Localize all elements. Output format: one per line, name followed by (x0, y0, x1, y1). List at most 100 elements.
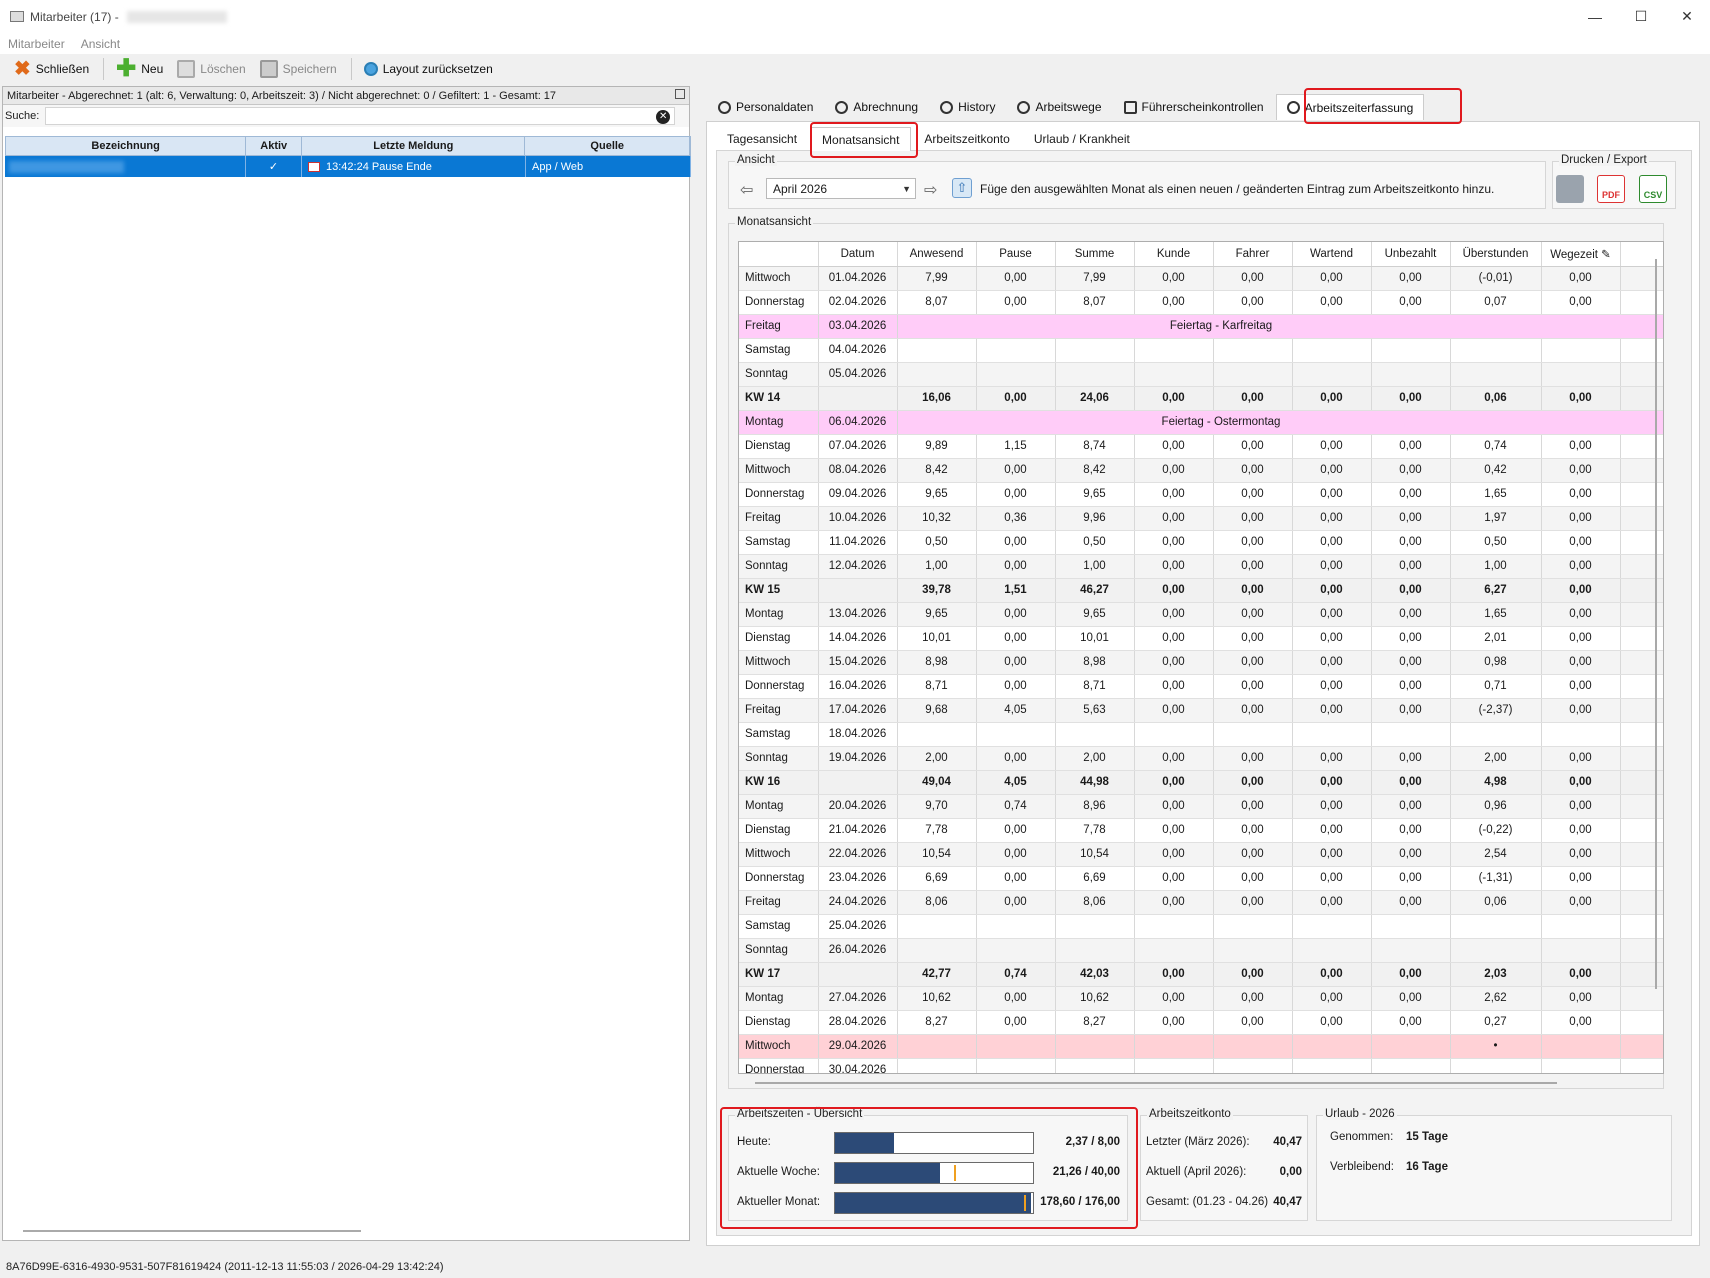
table-row[interactable]: Donnerstag 30.04.2026 (739, 1058, 1663, 1073)
table-cell (1134, 722, 1214, 747)
table-cell (1541, 1034, 1621, 1059)
holiday-row[interactable]: Freitag 03.04.2026 Feiertag - Karfreitag (739, 314, 1663, 339)
table-row[interactable]: Samstag 18.04.2026 (739, 722, 1663, 747)
week-total-row[interactable]: KW 17 42,77 0,74 42,03 0,00 0,00 0,00 0,00 2,03 0… (739, 962, 1663, 987)
table-row[interactable]: Donnerstag 16.04.2026 8,71 0,00 8,71 0,00 0,00… (739, 674, 1663, 699)
redacted-name (9, 160, 124, 173)
table-row[interactable]: Mittwoch 15.04.2026 8,98 0,00 8,98 0,00 0,00 0,… (739, 650, 1663, 675)
table-cell: 8,96 (1055, 794, 1135, 819)
new-button[interactable]: ✚ Neu (116, 57, 163, 81)
col-aktiv[interactable]: Aktiv (246, 137, 303, 155)
month-table-body: Mittwoch 01.04.2026 7,99 0,00 7,99 0,00 0,00 0,… (739, 266, 1663, 1073)
search-input[interactable] (46, 108, 675, 124)
week-total-row[interactable]: KW 16 49,04 4,05 44,98 0,00 0,00 0,00 0,00 4,98 0… (739, 770, 1663, 795)
table-row[interactable]: Donnerstag 02.04.2026 8,07 0,00 8,07 0,00 0,00… (739, 290, 1663, 315)
table-cell: Donnerstag (739, 290, 819, 315)
close-window-button[interactable]: ✕ (1664, 0, 1710, 33)
reset-layout-button[interactable]: Layout zurücksetzen (363, 62, 493, 76)
table-cell: 0,00 (976, 986, 1056, 1011)
column-header[interactable]: Wegezeit ✎ (1541, 242, 1621, 267)
table-row[interactable]: Mittwoch 29.04.2026 • (739, 1034, 1663, 1059)
tab-personaldaten[interactable]: Personaldaten (708, 94, 823, 120)
vertical-scrollbar[interactable] (1655, 259, 1657, 989)
table-cell: 01.04.2026 (818, 266, 898, 291)
table-cell: • (1450, 1034, 1542, 1059)
column-header[interactable]: Pause (976, 242, 1056, 267)
table-row[interactable]: Mittwoch 01.04.2026 7,99 0,00 7,99 0,00 0,00 0,… (739, 266, 1663, 291)
table-cell: 0,00 (976, 266, 1056, 291)
tab-abrechnung[interactable]: Abrechnung (825, 94, 928, 120)
table-cell: (-0,01) (1450, 266, 1542, 291)
table-row[interactable]: Dienstag 07.04.2026 9,89 1,15 8,74 0,00 0,00 0,… (739, 434, 1663, 459)
table-row[interactable]: Dienstag 28.04.2026 8,27 0,00 8,27 0,00 0,00 0,… (739, 1010, 1663, 1035)
horizontal-scrollbar[interactable] (23, 1230, 361, 1232)
subtab-arbeitszeitkonto[interactable]: Arbeitszeitkonto (913, 127, 1020, 151)
table-row[interactable]: Montag 20.04.2026 9,70 0,74 8,96 0,00 0,00 0,00… (739, 794, 1663, 819)
csv-icon[interactable]: CSV (1639, 175, 1667, 203)
table-row[interactable]: Dienstag 14.04.2026 10,01 0,00 10,01 0,00 0,00… (739, 626, 1663, 651)
horizontal-scrollbar[interactable] (755, 1082, 1557, 1084)
table-row[interactable]: Sonntag 05.04.2026 (739, 362, 1663, 387)
table-row[interactable]: Freitag 24.04.2026 8,06 0,00 8,06 0,00 0,00 0,0… (739, 890, 1663, 915)
table-row[interactable]: Montag 13.04.2026 9,65 0,00 9,65 0,00 0,00 0,00… (739, 602, 1663, 627)
menu-mitarbeiter[interactable]: Mitarbeiter (8, 37, 65, 51)
table-row[interactable]: Mittwoch 22.04.2026 10,54 0,00 10,54 0,00 0,00… (739, 842, 1663, 867)
delete-button[interactable]: Löschen (177, 60, 246, 78)
tab-history[interactable]: History (930, 94, 1005, 120)
table-row[interactable]: ✓ 13:42:24 Pause Ende App / Web (5, 156, 691, 177)
title-bar: Mitarbeiter (17) - — ☐ ✕ (0, 0, 1710, 33)
restore-icon[interactable] (675, 89, 685, 99)
minimize-button[interactable]: — (1572, 0, 1618, 33)
subtab-urlaub-krankheit[interactable]: Urlaub / Krankheit (1023, 127, 1141, 151)
table-row[interactable]: Sonntag 19.04.2026 2,00 0,00 2,00 0,00 0,00 0,0… (739, 746, 1663, 771)
previous-month-icon[interactable]: ⇦ (740, 180, 753, 200)
table-row[interactable]: Freitag 17.04.2026 9,68 4,05 5,63 0,00 0,00 0,0… (739, 698, 1663, 723)
col-bezeichnung[interactable]: Bezeichnung (6, 137, 247, 155)
table-row[interactable]: Mittwoch 08.04.2026 8,42 0,00 8,42 0,00 0,00 0,… (739, 458, 1663, 483)
column-header[interactable]: Anwesend (897, 242, 977, 267)
column-header[interactable] (739, 242, 819, 267)
pdf-icon[interactable]: PDF (1597, 175, 1625, 203)
table-row[interactable]: Donnerstag 09.04.2026 9,65 0,00 9,65 0,00 0,00… (739, 482, 1663, 507)
col-quelle[interactable]: Quelle (525, 137, 690, 155)
column-header[interactable]: Kunde (1134, 242, 1214, 267)
subtab-tagesansicht[interactable]: Tagesansicht (716, 127, 808, 151)
table-row[interactable]: Samstag 25.04.2026 (739, 914, 1663, 939)
column-header[interactable]: Überstunden (1450, 242, 1542, 267)
week-total-row[interactable]: KW 15 39,78 1,51 46,27 0,00 0,00 0,00 0,00 6,27 0… (739, 578, 1663, 603)
close-button[interactable]: ✖ Schließen (14, 59, 89, 79)
month-select[interactable]: April 2026 ▼ (766, 178, 916, 199)
table-cell: 10,62 (897, 986, 977, 1011)
column-header[interactable]: Wartend (1292, 242, 1372, 267)
week-total-row[interactable]: KW 14 16,06 0,00 24,06 0,00 0,00 0,00 0,00 0,06 0… (739, 386, 1663, 411)
table-row[interactable]: Samstag 04.04.2026 (739, 338, 1663, 363)
table-cell: 0 (1620, 986, 1663, 1011)
tab-fuehrerscheinkontrollen[interactable]: Führerscheinkontrollen (1114, 94, 1274, 120)
table-cell: 0,06 (1450, 386, 1542, 411)
urlaub-label: Urlaub - 2026 (1323, 1108, 1397, 1120)
table-row[interactable]: Montag 27.04.2026 10,62 0,00 10,62 0,00 0,00 0,… (739, 986, 1663, 1011)
column-header[interactable]: Unbezahlt (1371, 242, 1451, 267)
col-letzte-meldung[interactable]: Letzte Meldung (302, 137, 526, 155)
save-button[interactable]: Speichern (259, 60, 337, 78)
add-to-account-button[interactable]: ⇧ (952, 178, 972, 198)
holiday-row[interactable]: Montag 06.04.2026 Feiertag - Ostermontag (739, 410, 1663, 435)
table-cell: 1,65 (1450, 602, 1542, 627)
tab-arbeitswege[interactable]: Arbeitswege (1007, 94, 1111, 120)
table-row[interactable]: Donnerstag 23.04.2026 6,69 0,00 6,69 0,00 0,00… (739, 866, 1663, 891)
column-header[interactable]: Datum (818, 242, 898, 267)
column-header[interactable]: Fahrer (1213, 242, 1293, 267)
tab-label: Führerscheinkontrollen (1141, 100, 1264, 114)
column-header[interactable]: V (1620, 242, 1663, 267)
maximize-button[interactable]: ☐ (1618, 0, 1664, 33)
table-row[interactable]: Sonntag 26.04.2026 (739, 938, 1663, 963)
menu-ansicht[interactable]: Ansicht (81, 37, 120, 51)
column-header[interactable]: Summe (1055, 242, 1135, 267)
print-icon[interactable] (1556, 175, 1584, 203)
table-row[interactable]: Freitag 10.04.2026 10,32 0,36 9,96 0,00 0,00 0,… (739, 506, 1663, 531)
table-row[interactable]: Dienstag 21.04.2026 7,78 0,00 7,78 0,00 0,00 0,… (739, 818, 1663, 843)
table-cell: 2,01 (1450, 626, 1542, 651)
table-row[interactable]: Sonntag 12.04.2026 1,00 0,00 1,00 0,00 0,00 0,0… (739, 554, 1663, 579)
table-row[interactable]: Samstag 11.04.2026 0,50 0,00 0,50 0,00 0,00 0,0… (739, 530, 1663, 555)
next-month-icon[interactable]: ⇨ (924, 180, 937, 200)
